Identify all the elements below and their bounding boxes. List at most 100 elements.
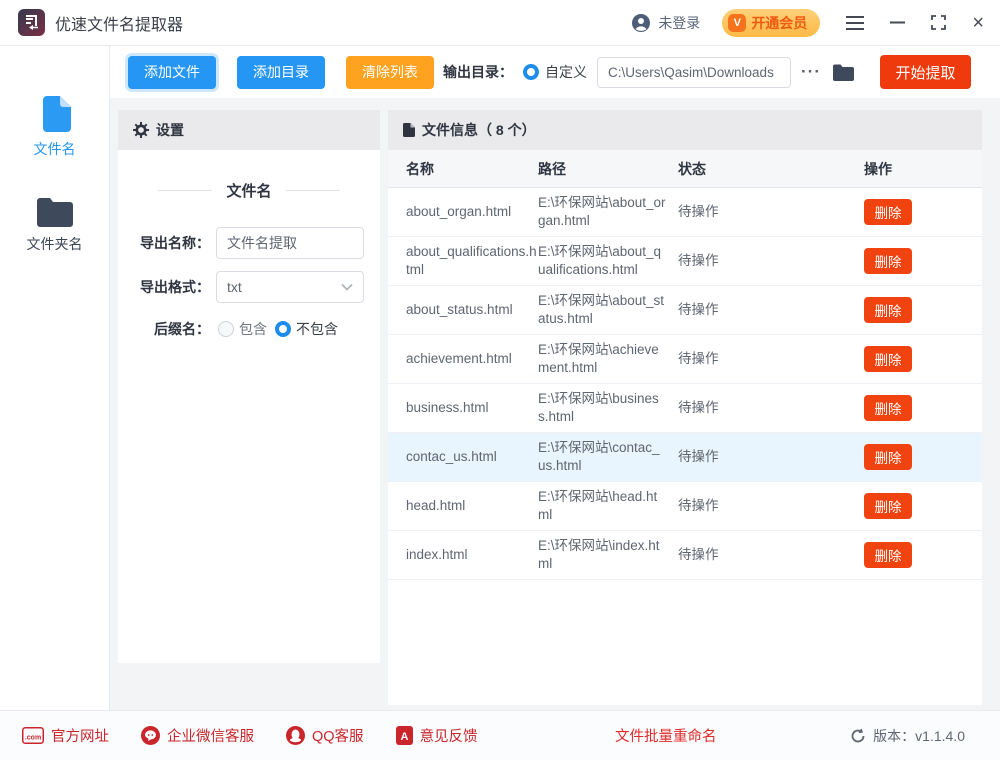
file-path-cell: E:\环保网站\head.html (538, 488, 678, 524)
delete-button[interactable]: 删除 (864, 395, 912, 421)
status-cell: 待操作 (678, 301, 808, 319)
toolbar: 添加文件 添加目录 清除列表 输出目录： 自定义 ··· 开始提取 (110, 46, 1000, 98)
status-cell: 待操作 (678, 497, 808, 515)
settings-header: 设置 (118, 110, 380, 150)
output-path-input[interactable] (597, 57, 791, 88)
output-dir-label: 输出目录： (443, 62, 513, 82)
sidebar-item-label: 文件名 (34, 139, 76, 159)
hamburger-icon (846, 16, 864, 30)
sidebar-item-filename[interactable]: 文件名 (34, 96, 76, 159)
file-info-header: 文件信息（ 8 个） (388, 110, 982, 150)
action-cell: 删除 (808, 248, 982, 274)
table-row[interactable]: head.htmlE:\环保网站\head.html待操作删除 (388, 482, 982, 531)
delete-button[interactable]: 删除 (864, 199, 912, 225)
settings-title: 设置 (156, 120, 184, 140)
version-group: 版本：v1.1.4.0 (850, 726, 965, 746)
official-site-link[interactable]: .com 官方网址 (22, 725, 109, 746)
radio-unselected[interactable] (218, 321, 234, 337)
file-name-cell: index.html (388, 546, 538, 564)
sidebar-item-label: 文件夹名 (27, 234, 83, 254)
delete-button[interactable]: 删除 (864, 542, 912, 568)
maximize-button[interactable] (931, 15, 946, 30)
file-path-cell: E:\环保网站\about_qualifications.html (538, 243, 678, 279)
qq-service-link[interactable]: QQ客服 (286, 725, 364, 746)
document-icon (403, 123, 415, 137)
close-button[interactable]: × (972, 15, 984, 31)
wechat-service-link[interactable]: 企业微信客服 (141, 725, 254, 746)
column-path: 路径 (538, 159, 678, 179)
action-cell: 删除 (808, 346, 982, 372)
table-row[interactable]: about_organ.htmlE:\环保网站\about_organ.html… (388, 188, 982, 237)
svg-text:A: A (400, 731, 408, 743)
table-row[interactable]: index.htmlE:\环保网站\index.html待操作 删除 (388, 531, 982, 580)
delete-button[interactable]: 删除 (864, 493, 912, 519)
settings-panel: 设置 文件名 导出名称： 导出格式： txt 后缀名： 包含 不包含 (118, 110, 380, 663)
table-row[interactable]: about_qualifications.htmlE:\环保网站\about_q… (388, 237, 982, 286)
add-directory-button[interactable]: 添加目录 (237, 56, 325, 89)
file-path-cell: E:\环保网站\index.html (538, 537, 678, 573)
maximize-icon (931, 15, 946, 30)
file-name-cell: about_qualifications.html (388, 243, 538, 279)
add-file-button[interactable]: 添加文件 (128, 56, 216, 89)
open-vip-button[interactable]: V 开通会员 (722, 9, 820, 37)
file-info-title: 文件信息（ 8 个） (422, 120, 536, 140)
radio-selected[interactable] (275, 321, 291, 337)
clear-list-button[interactable]: 清除列表 (346, 56, 434, 89)
menu-button[interactable] (846, 16, 864, 30)
export-name-input[interactable] (216, 227, 364, 259)
table-row[interactable]: business.htmlE:\环保网站\business.html待操作删除 (388, 384, 982, 433)
column-status: 状态 (678, 159, 808, 179)
file-name-cell: business.html (388, 399, 538, 417)
delete-button[interactable]: 删除 (864, 444, 912, 470)
folder-icon (37, 197, 73, 227)
file-path-cell: E:\环保网站\about_organ.html (538, 194, 678, 230)
feedback-icon: A (396, 726, 413, 745)
column-name: 名称 (388, 159, 538, 179)
app-logo-icon (18, 9, 45, 36)
table-row[interactable]: contac_us.htmlE:\环保网站\contac_us.html待操作删… (388, 433, 982, 482)
file-name-cell: achievement.html (388, 350, 538, 368)
action-cell: 删除 (808, 444, 982, 470)
column-action: 操作 (808, 159, 982, 179)
com-website-icon: .com (22, 727, 44, 744)
feedback-link[interactable]: A 意见反馈 (396, 725, 478, 746)
custom-output-radio[interactable] (523, 64, 539, 80)
delete-button[interactable]: 删除 (864, 297, 912, 323)
file-icon (39, 96, 71, 132)
wechat-icon (141, 726, 160, 745)
browse-more-button[interactable]: ··· (801, 62, 821, 82)
table-row[interactable]: achievement.htmlE:\环保网站\achievement.html… (388, 335, 982, 384)
action-cell: 删除 (808, 297, 982, 323)
minimize-button[interactable] (890, 21, 905, 24)
file-path-cell: E:\环保网站\contac_us.html (538, 439, 678, 475)
start-extract-button[interactable]: 开始提取 (880, 55, 971, 89)
table-row[interactable]: about_status.htmlE:\环保网站\about_status.ht… (388, 286, 982, 335)
chevron-down-icon (341, 283, 353, 291)
suffix-label: 后缀名： (118, 319, 210, 339)
sidebar-item-foldername[interactable]: 文件夹名 (27, 197, 83, 254)
minimize-icon (890, 21, 905, 24)
refresh-icon[interactable] (850, 728, 866, 744)
file-path-cell: E:\环保网站\business.html (538, 390, 678, 426)
action-cell: 删除 (808, 199, 982, 225)
custom-output-label: 自定义 (545, 62, 587, 82)
login-button[interactable]: 未登录 (631, 13, 700, 33)
qq-icon (286, 726, 305, 745)
suffix-include-option[interactable]: 包含 (218, 319, 267, 339)
suffix-exclude-option[interactable]: 不包含 (275, 319, 338, 339)
delete-button[interactable]: 删除 (864, 346, 912, 372)
open-folder-button[interactable] (833, 64, 854, 81)
app-title: 优速文件名提取器 (55, 11, 183, 35)
batch-rename-link[interactable]: 文件批量重命名 (615, 725, 717, 746)
action-cell: 删除 (808, 395, 982, 421)
action-cell: 删除 (808, 542, 982, 568)
title-bar: 优速文件名提取器 未登录 V 开通会员 (0, 0, 1000, 46)
export-format-select[interactable]: txt (216, 271, 364, 303)
status-cell: 待操作 (678, 546, 808, 564)
status-cell: 待操作 (678, 448, 808, 466)
file-name-cell: about_status.html (388, 301, 538, 319)
delete-button[interactable]: 删除 (864, 248, 912, 274)
suffix-exclude-label: 不包含 (296, 319, 338, 339)
suffix-include-label: 包含 (239, 319, 267, 339)
export-format-value: txt (227, 279, 242, 295)
